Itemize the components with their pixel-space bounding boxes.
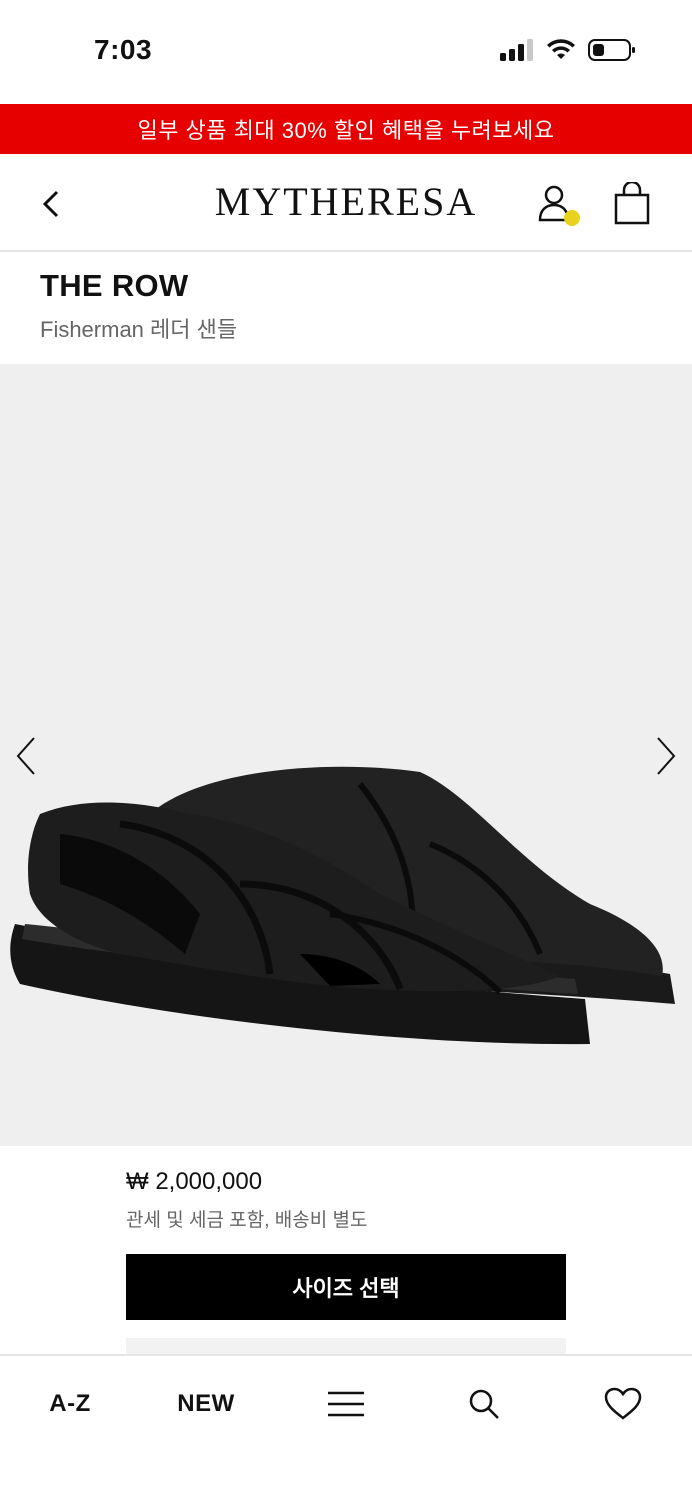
product-brand[interactable]: THE ROW (40, 268, 188, 304)
nav-a-z[interactable]: A-Z (40, 1384, 100, 1424)
notification-dot (564, 210, 580, 226)
account-button[interactable] (536, 184, 582, 230)
nav-search[interactable] (464, 1384, 504, 1424)
wifi-icon (547, 39, 575, 59)
shopping-bag-button[interactable] (612, 180, 656, 226)
product-name: Fisherman 레더 샌들 (40, 317, 238, 342)
promo-banner[interactable]: 일부 상품 최대 30% 할인 혜택을 누려보세요 (0, 104, 692, 154)
nav-menu[interactable] (326, 1384, 366, 1424)
status-icons (500, 38, 636, 62)
bottom-nav: A-Z NEW (0, 1354, 692, 1500)
site-header: MYTHERESA (0, 154, 692, 252)
cellular-signal-icon (500, 39, 533, 61)
price-note: 관세 및 세금 포함, 배송비 별도 (126, 1210, 368, 1231)
product-gallery[interactable] (0, 364, 692, 1146)
product-image (10, 766, 675, 1045)
status-time: 7:03 (94, 34, 153, 65)
nav-new[interactable]: NEW (170, 1384, 242, 1424)
site-logo[interactable]: MYTHERESA (0, 178, 692, 225)
battery-icon (588, 39, 635, 61)
menu-icon (328, 1391, 364, 1417)
nav-wishlist[interactable] (602, 1384, 644, 1424)
status-bar: 7:03 (0, 0, 692, 104)
select-size-button[interactable]: 사이즈 선택 (126, 1254, 566, 1320)
shopping-bag-icon (614, 180, 650, 225)
product-price: ₩ 2,000,000 (126, 1168, 263, 1195)
search-icon (469, 1389, 499, 1419)
heart-icon (604, 1387, 642, 1420)
